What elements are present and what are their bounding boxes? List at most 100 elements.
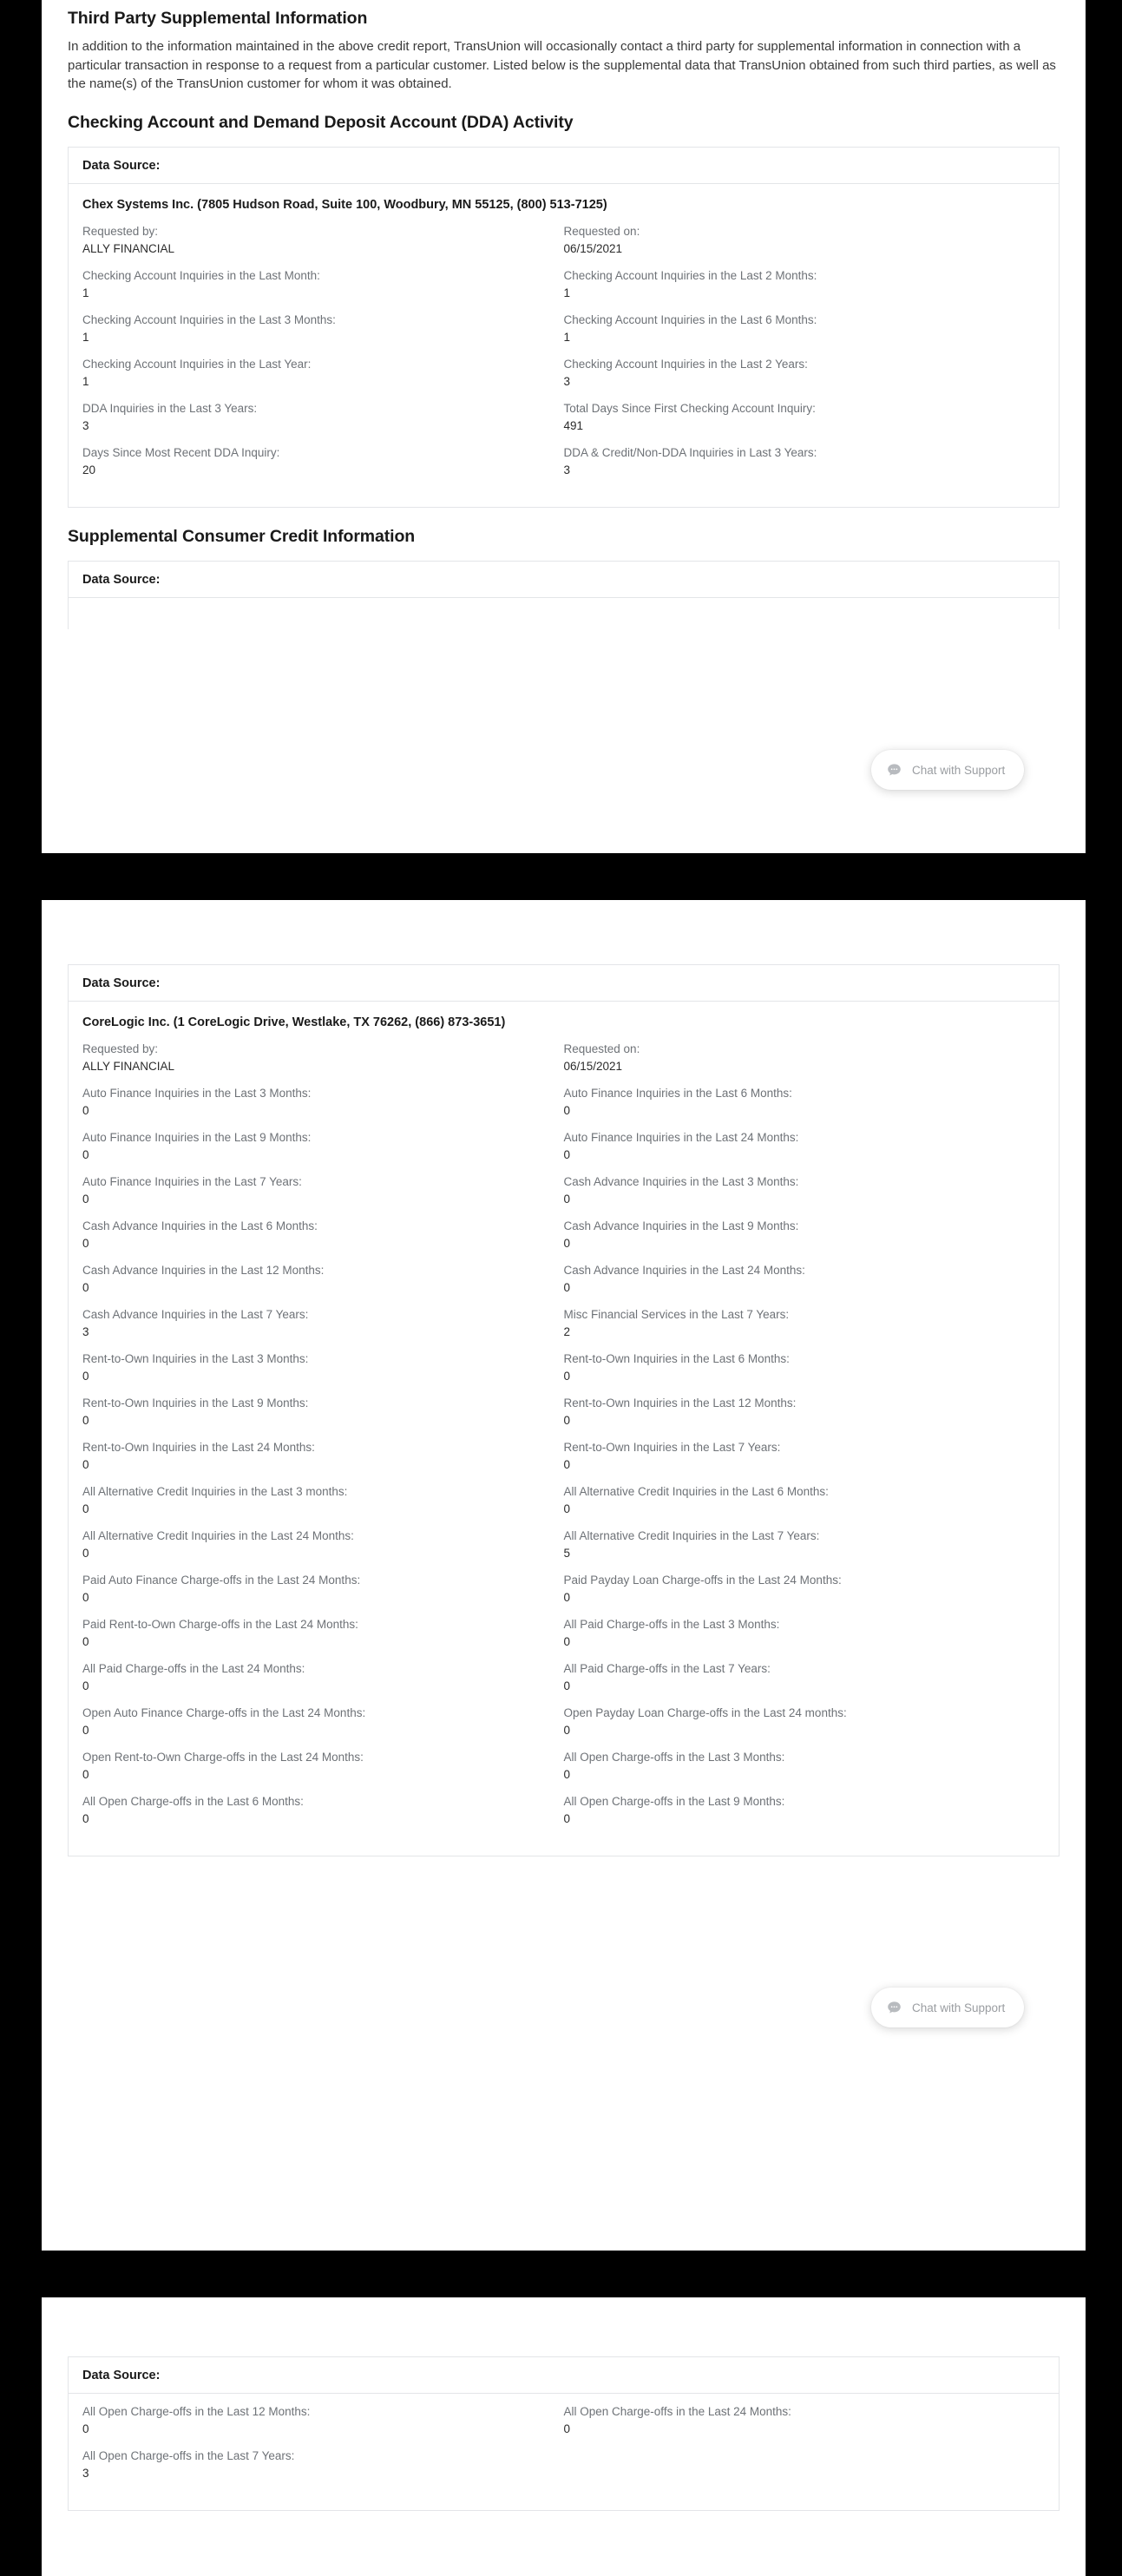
field-value: 0 — [82, 1502, 89, 1515]
field-label: Cash Advance Inquiries in the Last 9 Mon… — [563, 1219, 799, 1232]
field-value: 0 — [563, 1635, 571, 1648]
field-label: Auto Finance Inquiries in the Last 9 Mon… — [82, 1131, 312, 1144]
field-value: 0 — [82, 1104, 89, 1117]
field-label: All Open Charge-offs in the Last 24 Mont… — [563, 2405, 791, 2418]
field-pair: All Alternative Credit Inquiries in the … — [564, 1528, 1046, 1573]
field-label: Cash Advance Inquiries in the Last 6 Mon… — [82, 1219, 318, 1232]
field-value: 0 — [82, 1768, 89, 1781]
report-page-3: Data Source: All Open Charge-offs in the… — [42, 2297, 1086, 2576]
field-value: 1 — [82, 330, 89, 344]
field-value: 0 — [82, 1148, 89, 1161]
chat-with-support-button[interactable]: Chat with Support — [871, 750, 1025, 790]
field-label: Paid Payday Loan Charge-offs in the Last… — [563, 1574, 842, 1587]
chat-with-support-label: Chat with Support — [912, 763, 1006, 777]
field-value: 06/15/2021 — [563, 1060, 623, 1073]
field-label: Checking Account Inquiries in the Last 2… — [563, 357, 808, 371]
data-source-body: CoreLogic Inc. (1 CoreLogic Drive, Westl… — [69, 1002, 1059, 1856]
field-label: Days Since Most Recent DDA Inquiry: — [82, 445, 280, 459]
field-pair: Auto Finance Inquiries in the Last 9 Mon… — [82, 1130, 564, 1174]
field-pair: Checking Account Inquiries in the Last 2… — [564, 357, 1046, 401]
field-pair: DDA & Credit/Non-DDA Inquiries in Last 3… — [564, 445, 1046, 490]
field-label: All Open Charge-offs in the Last 3 Month… — [563, 1751, 785, 1764]
field-pair: Auto Finance Inquiries in the Last 24 Mo… — [564, 1130, 1046, 1174]
field-value: 0 — [82, 1458, 89, 1471]
field-value: 0 — [563, 1768, 571, 1781]
field-pair: Checking Account Inquiries in the Last Y… — [82, 357, 564, 401]
field-value: 0 — [82, 1591, 89, 1604]
field-value: 06/15/2021 — [563, 241, 623, 255]
field-value: 0 — [82, 1724, 89, 1737]
field-value: 0 — [563, 1591, 571, 1604]
field-pair: Total Days Since First Checking Account … — [564, 401, 1046, 445]
field-label: Checking Account Inquiries in the Last 6… — [563, 312, 817, 326]
chat-with-support-button-2[interactable]: Chat with Support — [871, 1988, 1025, 2027]
vendor-name: CoreLogic Inc. (1 CoreLogic Drive, Westl… — [82, 1015, 506, 1029]
field-label: All Alternative Credit Inquiries in the … — [82, 1485, 348, 1498]
field-grid-corelogic-continued: All Open Charge-offs in the Last 12 Mont… — [82, 2404, 1045, 2493]
field-pair: Open Rent-to-Own Charge-offs in the Last… — [82, 1750, 564, 1794]
field-label: Checking Account Inquiries in the Last M… — [82, 268, 320, 282]
field-value: 0 — [82, 1370, 89, 1383]
field-label: DDA & Credit/Non-DDA Inquiries in Last 3… — [563, 445, 817, 459]
field-value: 0 — [563, 1104, 571, 1117]
field-pair: Checking Account Inquiries in the Last 6… — [564, 312, 1046, 357]
field-value: 3 — [82, 2467, 89, 2480]
field-label: Cash Advance Inquiries in the Last 3 Mon… — [563, 1175, 799, 1188]
field-value: 0 — [563, 1724, 571, 1737]
section-heading-supplemental-consumer-credit: Supplemental Consumer Credit Information — [68, 526, 416, 546]
field-pair: Rent-to-Own Inquiries in the Last 6 Mont… — [564, 1351, 1046, 1396]
field-pair: Rent-to-Own Inquiries in the Last 9 Mont… — [82, 1396, 564, 1440]
field-label: All Alternative Credit Inquiries in the … — [82, 1529, 354, 1542]
field-pair: Cash Advance Inquiries in the Last 9 Mon… — [564, 1219, 1046, 1263]
field-label: Total Days Since First Checking Account … — [563, 401, 816, 415]
field-pair: All Alternative Credit Inquiries in the … — [564, 1484, 1046, 1528]
field-value: 20 — [82, 463, 96, 476]
field-pair: All Open Charge-offs in the Last 6 Month… — [82, 1794, 564, 1838]
field-label: Auto Finance Inquiries in the Last 24 Mo… — [563, 1131, 799, 1144]
field-label: Rent-to-Own Inquiries in the Last 12 Mon… — [563, 1396, 797, 1410]
field-pair: DDA Inquiries in the Last 3 Years: 3 — [82, 401, 564, 445]
field-value: 1 — [82, 374, 89, 388]
field-label: Rent-to-Own Inquiries in the Last 9 Mont… — [82, 1396, 309, 1410]
field-pair: Auto Finance Inquiries in the Last 3 Mon… — [82, 1086, 564, 1130]
field-pair: All Paid Charge-offs in the Last 24 Mont… — [82, 1661, 564, 1705]
field-pair: Rent-to-Own Inquiries in the Last 7 Year… — [564, 1440, 1046, 1484]
vendor-name: Chex Systems Inc. (7805 Hudson Road, Sui… — [82, 197, 607, 212]
field-pair: Cash Advance Inquiries in the Last 7 Yea… — [82, 1307, 564, 1351]
field-pair: Rent-to-Own Inquiries in the Last 24 Mon… — [82, 1440, 564, 1484]
field-value: 0 — [563, 1458, 571, 1471]
field-label: All Open Charge-offs in the Last 7 Years… — [82, 2449, 295, 2462]
field-pair: Requested by: ALLY FINANCIAL — [82, 224, 564, 268]
field-label: DDA Inquiries in the Last 3 Years: — [82, 401, 258, 415]
chat-with-support-label: Chat with Support — [912, 2001, 1006, 2014]
field-pair: Paid Payday Loan Charge-offs in the Last… — [564, 1573, 1046, 1617]
field-value: ALLY FINANCIAL — [82, 241, 175, 255]
field-pair: Open Auto Finance Charge-offs in the Las… — [82, 1705, 564, 1750]
field-pair: All Open Charge-offs in the Last 24 Mont… — [564, 2404, 1046, 2448]
field-pair: Days Since Most Recent DDA Inquiry: 20 — [82, 445, 564, 490]
field-value: 0 — [563, 1502, 571, 1515]
field-value: 0 — [563, 1237, 571, 1250]
field-value: 0 — [563, 1414, 571, 1427]
field-value: 3 — [563, 374, 571, 388]
field-label: All Open Charge-offs in the Last 9 Month… — [563, 1795, 785, 1808]
field-pair: Cash Advance Inquiries in the Last 3 Mon… — [564, 1174, 1046, 1219]
field-pair: Auto Finance Inquiries in the Last 7 Yea… — [82, 1174, 564, 1219]
field-value: 0 — [563, 1148, 571, 1161]
data-source-card-corelogic-continued: Data Source: All Open Charge-offs in the… — [68, 2356, 1060, 2511]
field-value: 0 — [563, 2422, 571, 2435]
field-value: 491 — [563, 418, 584, 432]
field-pair: Requested by: ALLY FINANCIAL — [82, 1042, 564, 1086]
field-label: Auto Finance Inquiries in the Last 3 Mon… — [82, 1087, 312, 1100]
field-label: Checking Account Inquiries in the Last 2… — [563, 268, 817, 282]
data-source-body: All Open Charge-offs in the Last 12 Mont… — [69, 2394, 1059, 2510]
field-label: Paid Rent-to-Own Charge-offs in the Last… — [82, 1618, 358, 1631]
field-pair: Requested on: 06/15/2021 — [564, 224, 1046, 268]
data-source-label: Data Source: — [69, 148, 1059, 184]
field-pair: Cash Advance Inquiries in the Last 24 Mo… — [564, 1263, 1046, 1307]
field-pair: Checking Account Inquiries in the Last 3… — [82, 312, 564, 357]
field-label: Paid Auto Finance Charge-offs in the Las… — [82, 1574, 361, 1587]
field-label: All Paid Charge-offs in the Last 24 Mont… — [82, 1662, 305, 1675]
field-value: 1 — [563, 286, 571, 299]
field-pair: Checking Account Inquiries in the Last 2… — [564, 268, 1046, 312]
